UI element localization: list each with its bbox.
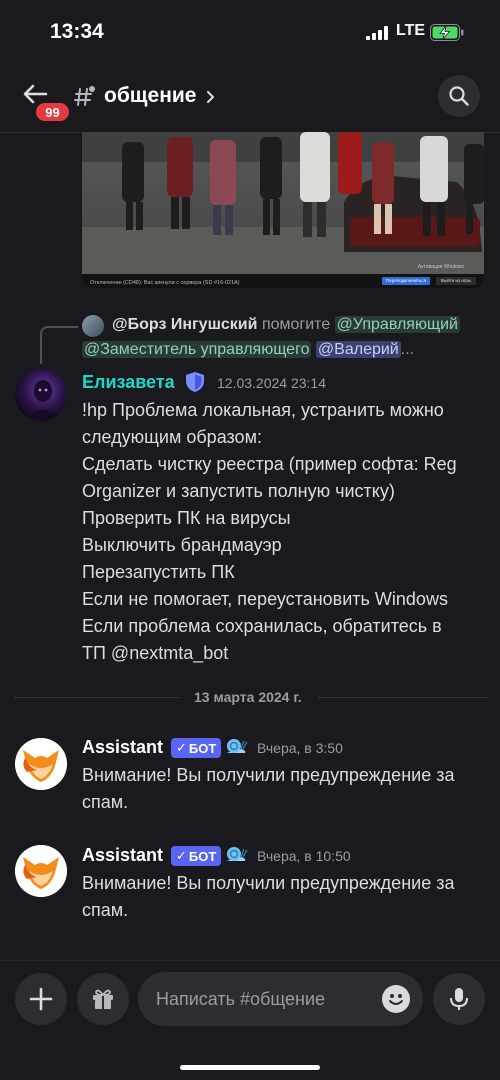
message-line: Проверить ПК на вирусы: [82, 508, 291, 528]
disconnect-caption: Отключение (CD48): Вас кикнули с сервера…: [90, 280, 240, 286]
reply-text: помогите: [261, 316, 331, 333]
message-line: Если проблема сохранилась, обратитесь в: [82, 616, 442, 636]
message-timestamp: Вчера, в 10:50: [257, 848, 351, 864]
search-icon: [449, 86, 469, 106]
message-input-placeholder: Написать #общение: [156, 989, 326, 1009]
fox-logo-icon: [15, 738, 67, 790]
bot-tag: ✓ БОТ: [171, 738, 222, 758]
message-line: Organizer и запустить полную чистку): [82, 481, 395, 501]
voice-message-button[interactable]: [433, 973, 485, 1025]
message-line: спам.: [82, 900, 129, 920]
reply-author: @Борз Ингушский: [112, 316, 258, 333]
emoji-button[interactable]: [382, 985, 410, 1013]
reply-preview[interactable]: @Борз Ингушский помогите @Управляющий: [112, 316, 460, 334]
shield-icon: [186, 372, 204, 392]
date-divider-line: [14, 697, 179, 698]
windows-activation-watermark: Активация Windows: [417, 264, 464, 270]
status-time: 13:34: [50, 20, 104, 43]
message-line: Перезапустить ПК: [82, 562, 235, 582]
add-attachment-button[interactable]: [15, 973, 67, 1025]
chevron-right-icon[interactable]: [205, 88, 217, 106]
channel-title[interactable]: общение: [104, 84, 196, 108]
avatar-assistant[interactable]: [15, 738, 67, 790]
check-icon: ✓: [176, 848, 187, 863]
avatar-image: [25, 380, 61, 421]
snail-emoji-icon: [226, 847, 248, 861]
check-icon: ✓: [176, 740, 187, 755]
reply-mention: @Заместитель управляющего: [82, 341, 312, 358]
fox-logo-icon: [15, 845, 67, 897]
reply-mention: @Валерий: [315, 341, 401, 358]
message-line: Выключить брандмауэр: [82, 535, 282, 555]
home-indicator[interactable]: [180, 1065, 320, 1070]
message-author[interactable]: Assistant: [82, 737, 163, 758]
reply-connector: [40, 326, 78, 364]
gift-button[interactable]: [77, 973, 129, 1025]
gift-icon: [93, 989, 113, 1009]
quit-game-button: Выйти из игры: [436, 277, 476, 285]
network-type: LTE: [396, 22, 426, 39]
plus-icon: [29, 987, 53, 1011]
message-line: следующим образом:: [82, 427, 262, 447]
message-timestamp: Вчера, в 3:50: [257, 740, 343, 756]
avatar-elizaveta[interactable]: [15, 369, 67, 421]
signal-icon: [366, 26, 388, 40]
avatar-assistant[interactable]: [15, 845, 67, 897]
bot-tag: ✓ БОТ: [171, 846, 222, 866]
reply-mention: @Управляющий: [334, 316, 460, 333]
message-timestamp: 12.03.2024 23:14: [217, 375, 326, 391]
text-channel-icon: [74, 86, 95, 106]
message-author[interactable]: Елизавета: [82, 372, 175, 393]
message-line: спам.: [82, 792, 129, 812]
reconnect-button: Переподключиться: [382, 277, 430, 285]
smiley-icon: [389, 994, 403, 1005]
date-divider: 13 марта 2024 г.: [194, 689, 302, 705]
message-line: Внимание! Вы получили предупреждение за: [82, 873, 455, 893]
microphone-icon: [450, 988, 468, 1010]
snail-emoji-icon: [226, 739, 248, 753]
message-line: !hp Проблема локальная, устранить можно: [82, 400, 444, 420]
image-attachment[interactable]: Активация Windows Отключение (CD48): Вас…: [82, 132, 484, 288]
message-line: Если не помогает, переустановить Windows: [82, 589, 448, 609]
composer-divider: [0, 960, 500, 961]
message-author[interactable]: Assistant: [82, 845, 163, 866]
message-input[interactable]: Написать #общение: [138, 972, 423, 1026]
message-line: ТП @nextmta_bot: [82, 643, 229, 663]
reply-avatar[interactable]: [82, 315, 104, 337]
reply-ellipsis: ...: [400, 341, 415, 358]
message-line: Сделать чистку реестра (пример софта: Re…: [82, 454, 457, 474]
battery-charging-icon: [430, 24, 464, 41]
date-divider-line: [318, 697, 488, 698]
reply-preview-line2[interactable]: @Заместитель управляющего @Валерий...: [82, 341, 414, 359]
game-disconnect-bar: Отключение (CD48): Вас кикнули с сервера…: [82, 274, 484, 288]
unread-badge: 99: [34, 101, 71, 123]
search-button[interactable]: [438, 75, 480, 117]
message-line: Внимание! Вы получили предупреждение за: [82, 765, 455, 785]
